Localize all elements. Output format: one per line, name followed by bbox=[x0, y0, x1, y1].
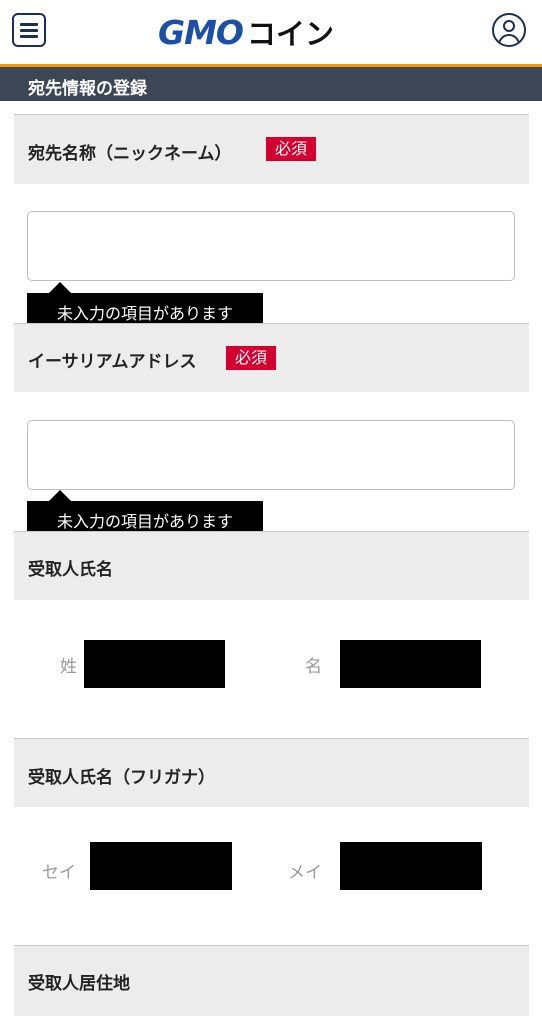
eth-address-input[interactable] bbox=[27, 420, 515, 490]
last-name-label: 姓 bbox=[60, 657, 77, 677]
error-message: 未入力の項目があります bbox=[56, 512, 233, 531]
recipient-name-label: 受取人氏名 bbox=[28, 560, 113, 580]
error-message: 未入力の項目があります bbox=[56, 304, 233, 323]
app-header: GMO コイン bbox=[0, 0, 542, 64]
section-title: 宛先情報の登録 bbox=[28, 79, 147, 99]
gmo-coin-logo[interactable]: GMO コイン bbox=[158, 12, 334, 52]
user-head-shape bbox=[503, 20, 515, 32]
section-bar: 宛先情報の登録 bbox=[0, 67, 542, 101]
recipient-kana-label: 受取人氏名（フリガナ） bbox=[28, 768, 215, 788]
nickname-input[interactable] bbox=[27, 211, 515, 281]
nickname-label-row: 宛先名称（ニックネーム） 必須 bbox=[14, 114, 529, 184]
hamburger-menu-icon[interactable] bbox=[12, 13, 46, 47]
required-badge: 必須 bbox=[226, 346, 277, 370]
menu-line bbox=[20, 29, 38, 32]
first-name-kana-label: メイ bbox=[288, 863, 322, 883]
logo-gmo-text: GMO bbox=[158, 12, 244, 52]
first-name-label: 名 bbox=[305, 657, 322, 677]
user-account-icon[interactable] bbox=[492, 13, 526, 47]
last-name-kana-label: セイ bbox=[42, 863, 76, 883]
last-name-input-redacted[interactable] bbox=[84, 640, 225, 688]
required-badge: 必須 bbox=[266, 137, 317, 161]
recipient-name-label-row: 受取人氏名 bbox=[14, 531, 529, 600]
first-name-kana-input-redacted[interactable] bbox=[340, 842, 482, 890]
recipient-address-label-row: 受取人居住地 bbox=[14, 945, 529, 1016]
menu-line bbox=[20, 23, 38, 26]
first-name-input-redacted[interactable] bbox=[340, 640, 481, 688]
recipient-address-label: 受取人居住地 bbox=[28, 974, 130, 994]
user-body-shape bbox=[498, 34, 520, 45]
eth-address-label-row: イーサリアムアドレス 必須 bbox=[14, 323, 529, 392]
last-name-kana-input-redacted[interactable] bbox=[90, 842, 232, 890]
menu-line bbox=[20, 35, 38, 38]
recipient-kana-label-row: 受取人氏名（フリガナ） bbox=[14, 738, 529, 807]
logo-coin-text: コイン bbox=[246, 17, 334, 51]
eth-address-label: イーサリアムアドレス bbox=[28, 352, 197, 372]
nickname-label: 宛先名称（ニックネーム） bbox=[28, 144, 232, 164]
